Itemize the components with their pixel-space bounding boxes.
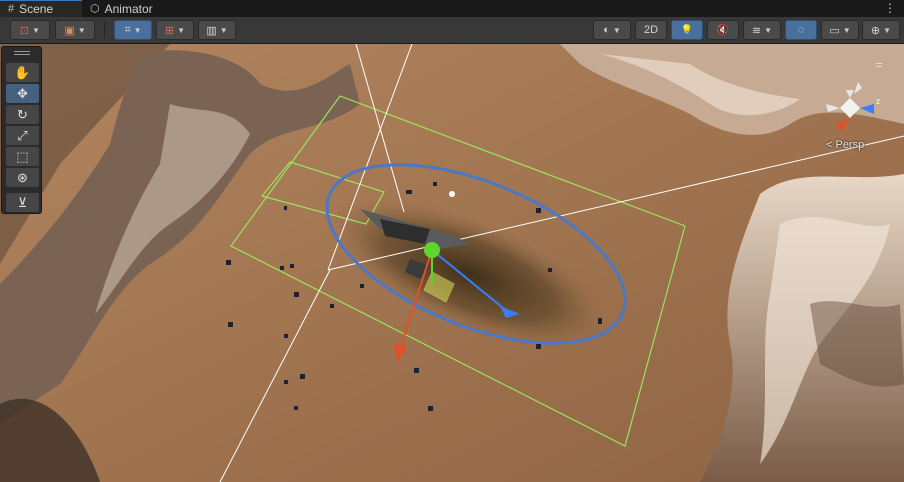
grid-snap-button[interactable]: ⌗ ▼ — [114, 20, 152, 40]
audio-toggle[interactable]: 🔇 — [707, 20, 739, 40]
grid-snap-icon: ⌗ — [124, 23, 131, 36]
scene-toolbar: ⊡ ▼ ▣ ▼ ⌗ ▼ ⊞ ▼ ▥ ▼ ◐ ▼ 2D 💡 🔇 ≋ ▼ ◌ ▭ ▼ ⊕ ▼ — [0, 17, 904, 44]
camera-icon: ▭ — [829, 24, 840, 37]
rotate-tool-button[interactable]: ↻ — [6, 105, 39, 124]
grid-visibility-icon: ▥ — [206, 24, 217, 37]
chevron-down-icon: ▼ — [764, 25, 773, 35]
chevron-down-icon: ▼ — [177, 25, 186, 35]
move-icon: ✥ — [17, 85, 28, 101]
rotate-icon: ↻ — [17, 106, 28, 122]
grid-icon: # — [8, 3, 15, 15]
hand-tool-button[interactable]: ✋ — [6, 63, 39, 82]
tab-animator-label: Animator — [104, 1, 153, 16]
camera-settings-button[interactable]: ▭ ▼ — [821, 20, 859, 40]
draw-mode-icon: ⊡ — [19, 24, 30, 37]
effects-button[interactable]: ≋ ▼ — [743, 20, 781, 40]
scale-tool-button[interactable]: ⤢ — [6, 126, 39, 145]
drag-handle[interactable] — [14, 51, 30, 55]
hand-icon: ✋ — [14, 64, 31, 80]
chevron-down-icon: ▼ — [133, 25, 142, 35]
chevron-down-icon: ▼ — [883, 25, 892, 35]
transform-icon: ⊛ — [17, 169, 28, 185]
shading-cube-button[interactable]: ▣ ▼ — [55, 20, 95, 40]
scale-icon: ⤢ — [17, 127, 28, 143]
2d-mode-button[interactable]: 2D — [635, 20, 667, 40]
rect-icon: ⬚ — [16, 148, 29, 164]
increment-snap-button[interactable]: ⊞ ▼ — [156, 20, 194, 40]
2d-mode-label: 2D — [643, 24, 659, 36]
light-marker — [449, 191, 455, 197]
hidden-eye-icon: ◌ — [797, 24, 805, 36]
scene-viewport[interactable]: z — [0, 44, 904, 482]
gizmos-globe-icon: ⊕ — [870, 24, 881, 37]
tab-bar: # Scene ⬡ Animator ⋮ — [0, 0, 904, 17]
scene-render — [0, 44, 904, 482]
grid-visibility-button[interactable]: ▥ ▼ — [198, 20, 236, 40]
rect-tool-button[interactable]: ⬚ — [6, 147, 39, 166]
draw-mode-button[interactable]: ⊡ ▼ — [10, 20, 50, 40]
tab-scene-label: Scene — [19, 2, 54, 16]
chevron-down-icon: ▼ — [612, 25, 621, 35]
tools-overlay: ✋ ✥ ↻ ⤢ ⬚ ⊛ ⊻ — [1, 46, 42, 214]
chevron-down-icon: ▼ — [219, 25, 228, 35]
tab-scene[interactable]: # Scene — [0, 0, 82, 17]
cube-icon: ▣ — [64, 24, 75, 37]
custom-tool-icon: ⊻ — [17, 194, 28, 210]
chevron-down-icon: ▼ — [77, 25, 86, 35]
animator-icon: ⬡ — [90, 3, 100, 15]
gizmo-menu-icon[interactable] — [876, 63, 882, 67]
axis-z-label: z — [876, 97, 880, 106]
shading-sphere-icon: ◐ — [603, 24, 610, 36]
gizmos-button[interactable]: ⊕ ▼ — [862, 20, 900, 40]
snap-increment-icon: ⊞ — [164, 24, 175, 37]
tab-animator[interactable]: ⬡ Animator — [82, 0, 168, 17]
move-tool-button[interactable]: ✥ — [6, 84, 39, 103]
toolbar-divider — [104, 22, 105, 38]
shading-mode-button[interactable]: ◐ ▼ — [593, 20, 631, 40]
audio-mute-icon: 🔇 — [716, 24, 730, 36]
projection-label[interactable]: < Persp — [826, 139, 864, 151]
custom-tool-button[interactable]: ⊻ — [6, 193, 39, 212]
chevron-down-icon: ▼ — [32, 25, 41, 35]
lightbulb-icon: 💡 — [680, 24, 694, 36]
effects-layers-icon: ≋ — [751, 24, 762, 37]
scene-visibility-toggle[interactable]: ◌ — [785, 20, 817, 40]
transform-tool-button[interactable]: ⊛ — [6, 168, 39, 187]
chevron-down-icon: ▼ — [842, 25, 851, 35]
lighting-toggle[interactable]: 💡 — [671, 20, 703, 40]
more-options-icon[interactable]: ⋮ — [884, 1, 896, 15]
